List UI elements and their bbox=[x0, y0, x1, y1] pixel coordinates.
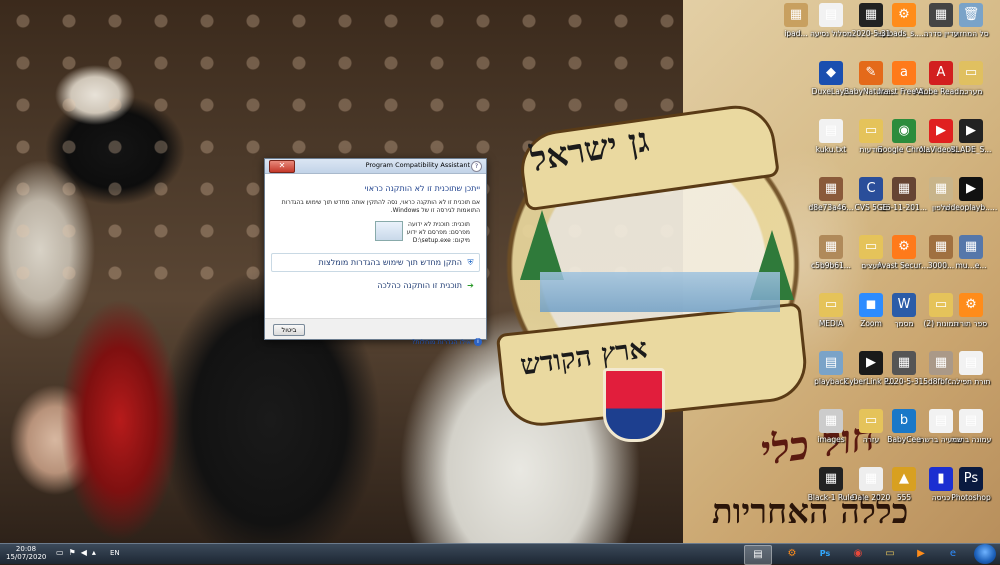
image-icon: ▦ bbox=[819, 177, 843, 201]
folder-icon: ▭ bbox=[859, 409, 883, 433]
taskbar-explorer[interactable]: ▭ bbox=[877, 545, 903, 563]
photoshop-icon: Ps bbox=[819, 549, 831, 558]
settings-applied-link[interactable]: i אילו הגדרות מוחלות? bbox=[412, 338, 482, 346]
language-indicator[interactable]: EN bbox=[110, 549, 120, 557]
image-icon: ▦ bbox=[929, 177, 953, 201]
folder-icon: ▭ bbox=[885, 548, 895, 559]
taskbar-chrome[interactable]: ◉ bbox=[845, 545, 871, 563]
wallpaper-shield bbox=[603, 368, 665, 442]
folder-icon: ▭ bbox=[859, 235, 883, 259]
program-details: תוכנית: תוכנית לא ידועה מפרסם: מפרסם לא … bbox=[407, 221, 470, 245]
chrome-icon: ◉ bbox=[853, 548, 863, 559]
document-icon: ▮ bbox=[929, 467, 953, 491]
document-icon: ▤ bbox=[929, 409, 953, 433]
compatibility-dialog: ✕ Program Compatibility Assistant ? ייתכ… bbox=[264, 158, 487, 346]
app-icon: C bbox=[859, 177, 883, 201]
installed-correctly-option[interactable]: ➔ תוכנית זו הותקנה כהלכה bbox=[271, 276, 480, 295]
dialog-title: Program Compatibility Assistant bbox=[365, 161, 470, 169]
dialog-titlebar[interactable]: ✕ Program Compatibility Assistant ? bbox=[265, 159, 486, 174]
installed-correctly-label: תוכנית זו הותקנה כהלכה bbox=[377, 281, 462, 290]
flag-icon[interactable]: ⚑ bbox=[69, 548, 76, 557]
app-icon: ▤ bbox=[819, 351, 843, 375]
desktop-icon-label: Black-1 Rule bbox=[807, 493, 855, 502]
taskbar-avast[interactable]: ⚙ bbox=[779, 545, 805, 563]
system-tray: ▭ ⚑ ◀ ▴ bbox=[56, 548, 96, 557]
video-icon: ▶ bbox=[929, 119, 953, 143]
folder-icon: ▭ bbox=[929, 293, 953, 317]
program-name: תוכנית: תוכנית לא ידועה bbox=[408, 221, 470, 228]
clock-time: 20:08 bbox=[15, 545, 37, 553]
program-window-icon bbox=[374, 221, 403, 241]
green-arrow-icon: ➔ bbox=[467, 281, 474, 290]
dialog-footer: ביטול i אילו הגדרות מוחלות? bbox=[265, 318, 486, 348]
info-icon: i bbox=[474, 338, 482, 346]
image-icon: ▦ bbox=[859, 467, 883, 491]
desktop-icon-label: c5b9b61... bbox=[811, 261, 851, 270]
desktop-icon-label: ipad... bbox=[784, 29, 808, 38]
image-icon: ▦ bbox=[929, 235, 953, 259]
app-icon: ◆ bbox=[819, 61, 843, 85]
desktop-icon[interactable]: ▦ Black-1 Rule bbox=[804, 467, 858, 502]
desktop-icon-label: playback bbox=[814, 377, 848, 386]
wallpaper-tree-left bbox=[520, 210, 564, 280]
image-icon: ▦ bbox=[784, 3, 808, 27]
desktop-icon-label: kuku.txt bbox=[815, 145, 847, 154]
program-info: תוכנית: תוכנית לא ידועה מפרסם: מפרסם לא … bbox=[271, 221, 470, 245]
app-icon: ✎ bbox=[859, 61, 883, 85]
desktop-icon[interactable]: ▤ playback bbox=[804, 351, 858, 386]
zoom-icon: ◼ bbox=[859, 293, 883, 317]
dialog-description: אם תוכנית זו לא הותקנה כראוי, נסה להתקין… bbox=[281, 199, 480, 214]
ie-icon: e bbox=[949, 548, 957, 559]
program-location: מיקום: D:\setup.exe bbox=[412, 237, 470, 244]
dialog-body: ייתכן שתוכנית זו לא הותקנה כראוי אם תוכנ… bbox=[265, 174, 486, 318]
image-icon: ▦ bbox=[819, 409, 843, 433]
pdf-icon: A bbox=[929, 61, 953, 85]
image-icon: ▦ bbox=[819, 235, 843, 259]
desktop-icon[interactable]: ▦ images bbox=[804, 409, 858, 444]
desktop-icon[interactable]: ▭ MEDIA bbox=[804, 293, 858, 328]
show-hidden-icons-icon[interactable]: ▴ bbox=[92, 548, 96, 557]
desktop-icon-label: images bbox=[817, 435, 845, 444]
taskbar-clock[interactable]: 20:08 15/07/2020 bbox=[6, 545, 46, 561]
close-icon: ✕ bbox=[278, 161, 286, 170]
reinstall-option[interactable]: ⛨ התקן מחדש תוך שימוש בהגדרות מומלצות bbox=[271, 253, 480, 272]
media-player-icon: ▶ bbox=[917, 548, 925, 559]
desktop-icon[interactable]: ▤ kuku.txt bbox=[804, 119, 858, 154]
cancel-button[interactable]: ביטול bbox=[273, 324, 305, 336]
taskbar-media-player[interactable]: ▶ bbox=[908, 545, 934, 563]
app-icon: ▶ bbox=[859, 351, 883, 375]
volume-icon[interactable]: ◀ bbox=[81, 548, 87, 557]
taskbar-photoshop[interactable]: Ps bbox=[812, 545, 838, 563]
wallpaper-water bbox=[540, 272, 780, 312]
close-button[interactable]: ✕ bbox=[269, 160, 295, 173]
desktop-icon[interactable]: ▦ ipad... bbox=[769, 3, 823, 38]
settings-applied-link-label: אילו הגדרות מוחלות? bbox=[411, 338, 471, 346]
folder-icon: ▭ bbox=[859, 119, 883, 143]
image-icon: ▦ bbox=[929, 3, 953, 27]
desktop-icon-label: DuxeLay... bbox=[811, 87, 851, 96]
desktop-icon-label: d8e73a46... bbox=[808, 203, 854, 212]
image-icon: ▦ bbox=[859, 3, 883, 27]
image-icon: ▦ bbox=[929, 351, 953, 375]
desktop-icon[interactable]: ▦ c5b9b61... bbox=[804, 235, 858, 270]
program-publisher: מפרסם: מפרסם לא ידוע bbox=[406, 229, 470, 236]
image-icon: ▦ bbox=[819, 467, 843, 491]
clock-date: 15/07/2020 bbox=[6, 553, 47, 561]
dialog-heading: ייתכן שתוכנית זו לא הותקנה כראוי bbox=[364, 184, 480, 193]
folder-icon: ▭ bbox=[819, 293, 843, 317]
window-icon: ▤ bbox=[753, 549, 763, 560]
reinstall-option-label: התקן מחדש תוך שימוש בהגדרות מומלצות bbox=[318, 258, 462, 267]
avast-icon: ⚙ bbox=[787, 548, 797, 559]
taskbar: 20:08 15/07/2020 ▭ ⚑ ◀ ▴ EN ▤ ⚙ Ps ◉ ▭ ▶… bbox=[0, 543, 1000, 565]
document-icon: ▤ bbox=[819, 119, 843, 143]
desktop-icon[interactable]: ▦ d8e73a46... bbox=[804, 177, 858, 212]
network-icon[interactable]: ▭ bbox=[56, 548, 64, 557]
taskbar-dialog-window[interactable]: ▤ bbox=[744, 545, 772, 565]
help-icon[interactable]: ? bbox=[471, 161, 482, 172]
taskbar-internet-explorer[interactable]: e bbox=[940, 545, 966, 563]
start-button[interactable] bbox=[974, 544, 996, 564]
desktop-icon-label: MEDIA bbox=[818, 319, 844, 328]
shield-icon: ⛨ bbox=[467, 258, 474, 267]
desktop-icon[interactable]: ◆ DuxeLay... bbox=[804, 61, 858, 96]
